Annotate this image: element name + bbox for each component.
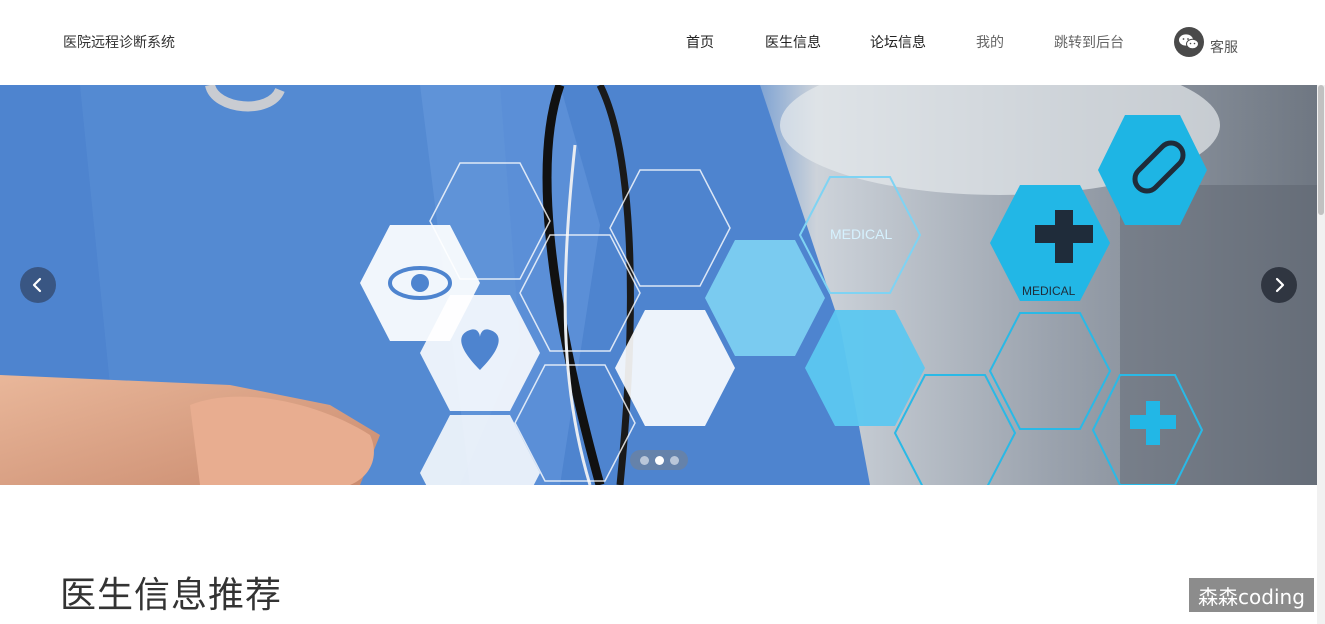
customer-service-label: 客服: [1210, 40, 1238, 56]
wechat-icon: [1174, 27, 1204, 57]
banner-image: MEDICAL MEDICAL: [0, 85, 1317, 485]
carousel-prev-button[interactable]: [20, 267, 56, 303]
customer-service-button[interactable]: 客服: [1174, 25, 1238, 57]
watermark-badge: 森森coding: [1189, 578, 1314, 612]
carousel-dot-2[interactable]: [654, 455, 664, 465]
nav-mine[interactable]: 我的: [976, 32, 1004, 52]
chevron-right-icon: [1275, 277, 1285, 293]
nav-forum-info[interactable]: 论坛信息: [870, 32, 926, 52]
svg-text:MEDICAL: MEDICAL: [1022, 284, 1076, 298]
carousel-next-button[interactable]: [1261, 267, 1297, 303]
page-scrollbar[interactable]: [1317, 85, 1325, 624]
carousel-indicators: [630, 450, 688, 470]
main-nav: 首页 医生信息 论坛信息 我的 跳转到后台: [0, 0, 1325, 85]
svg-text:MEDICAL: MEDICAL: [830, 226, 892, 242]
carousel-dot-3[interactable]: [669, 455, 679, 465]
nav-doctor-info[interactable]: 医生信息: [765, 32, 821, 52]
nav-to-admin[interactable]: 跳转到后台: [1054, 32, 1124, 52]
banner-carousel[interactable]: MEDICAL MEDICAL: [0, 85, 1317, 485]
section-title-doctor-recommend: 医生信息推荐: [60, 575, 283, 616]
scrollbar-thumb[interactable]: [1318, 85, 1324, 215]
carousel-dot-1[interactable]: [639, 455, 649, 465]
nav-home[interactable]: 首页: [686, 32, 714, 52]
chevron-left-icon: [32, 277, 42, 293]
site-header: 医院远程诊断系统 首页 医生信息 论坛信息 我的 跳转到后台 客服: [0, 0, 1325, 85]
